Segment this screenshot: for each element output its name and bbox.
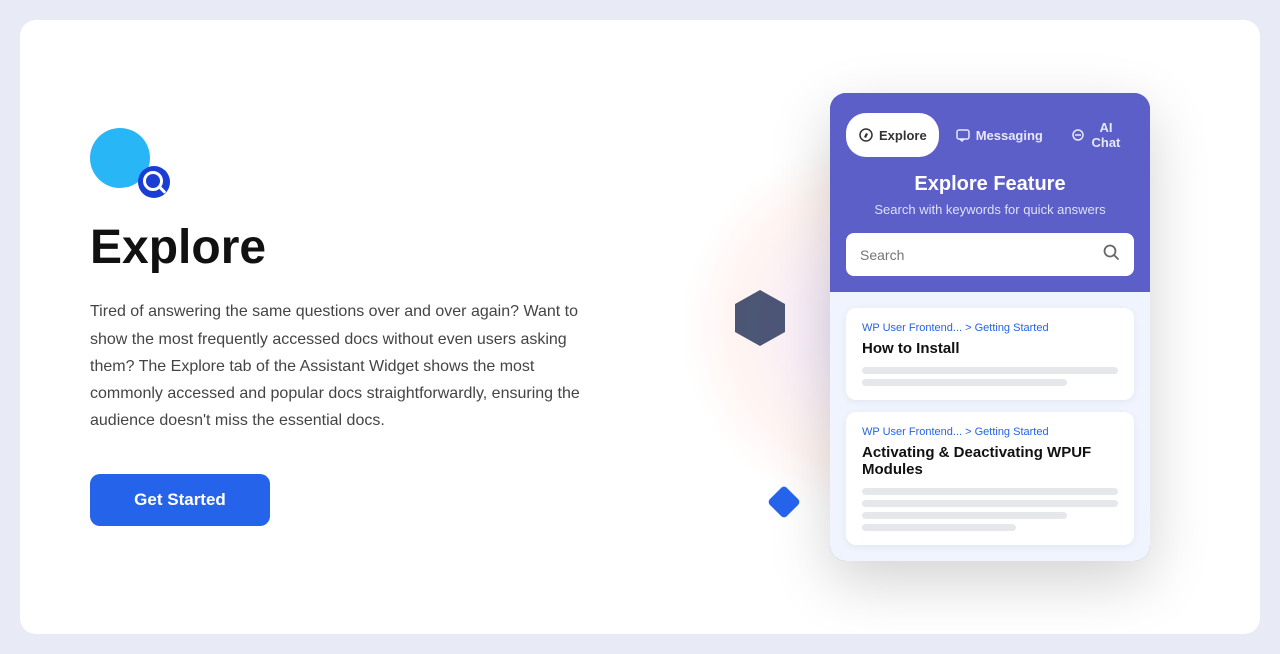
left-section: Explore Tired of answering the same ques… bbox=[90, 128, 790, 527]
search-input[interactable] bbox=[860, 247, 1094, 263]
doc-title-2: Activating & Deactivating WPUF Modules bbox=[862, 444, 1118, 478]
doc-lines-2 bbox=[862, 488, 1118, 531]
doc-card-2[interactable]: WP User Frontend... > Getting Started Ac… bbox=[846, 412, 1134, 545]
tab-messaging[interactable]: Messaging bbox=[943, 113, 1055, 157]
right-section: Explore Messaging bbox=[790, 93, 1190, 561]
doc-line bbox=[862, 524, 1016, 531]
doc-breadcrumb-1: WP User Frontend... > Getting Started bbox=[862, 322, 1118, 334]
get-started-button[interactable]: Get Started bbox=[90, 474, 270, 526]
page-title: Explore bbox=[90, 222, 790, 275]
tab-messaging-label: Messaging bbox=[976, 128, 1043, 143]
logo-search-icon bbox=[138, 166, 170, 198]
hex-dark-icon bbox=[730, 288, 790, 353]
doc-line bbox=[862, 379, 1067, 386]
widget-tabs: Explore Messaging bbox=[846, 113, 1134, 157]
explore-tab-icon bbox=[858, 127, 874, 143]
doc-line bbox=[862, 488, 1118, 495]
widget-search-bar bbox=[846, 233, 1134, 276]
logo-icon bbox=[90, 128, 170, 198]
tab-explore-label: Explore bbox=[879, 128, 927, 143]
diamond-icon bbox=[760, 478, 808, 531]
doc-line bbox=[862, 367, 1118, 374]
widget-header: Explore Messaging bbox=[830, 93, 1150, 292]
ai-chat-tab-icon bbox=[1071, 127, 1085, 143]
doc-breadcrumb-2: WP User Frontend... > Getting Started bbox=[862, 426, 1118, 438]
doc-title-1: How to Install bbox=[862, 340, 1118, 357]
page-description: Tired of answering the same questions ov… bbox=[90, 298, 610, 434]
doc-lines-1 bbox=[862, 367, 1118, 386]
doc-line bbox=[862, 500, 1118, 507]
search-icon bbox=[1102, 243, 1120, 266]
messaging-tab-icon bbox=[955, 127, 971, 143]
doc-card-1[interactable]: WP User Frontend... > Getting Started Ho… bbox=[846, 308, 1134, 400]
main-card: Explore Tired of answering the same ques… bbox=[20, 20, 1260, 634]
widget-body: WP User Frontend... > Getting Started Ho… bbox=[830, 292, 1150, 561]
widget-mockup: Explore Messaging bbox=[830, 93, 1150, 561]
widget-subtitle: Search with keywords for quick answers bbox=[846, 202, 1134, 217]
tab-explore[interactable]: Explore bbox=[846, 113, 939, 157]
widget-title: Explore Feature bbox=[846, 173, 1134, 196]
tab-ai-chat-label: AI Chat bbox=[1090, 120, 1122, 150]
doc-line bbox=[862, 512, 1067, 519]
tab-ai-chat[interactable]: AI Chat bbox=[1059, 113, 1134, 157]
